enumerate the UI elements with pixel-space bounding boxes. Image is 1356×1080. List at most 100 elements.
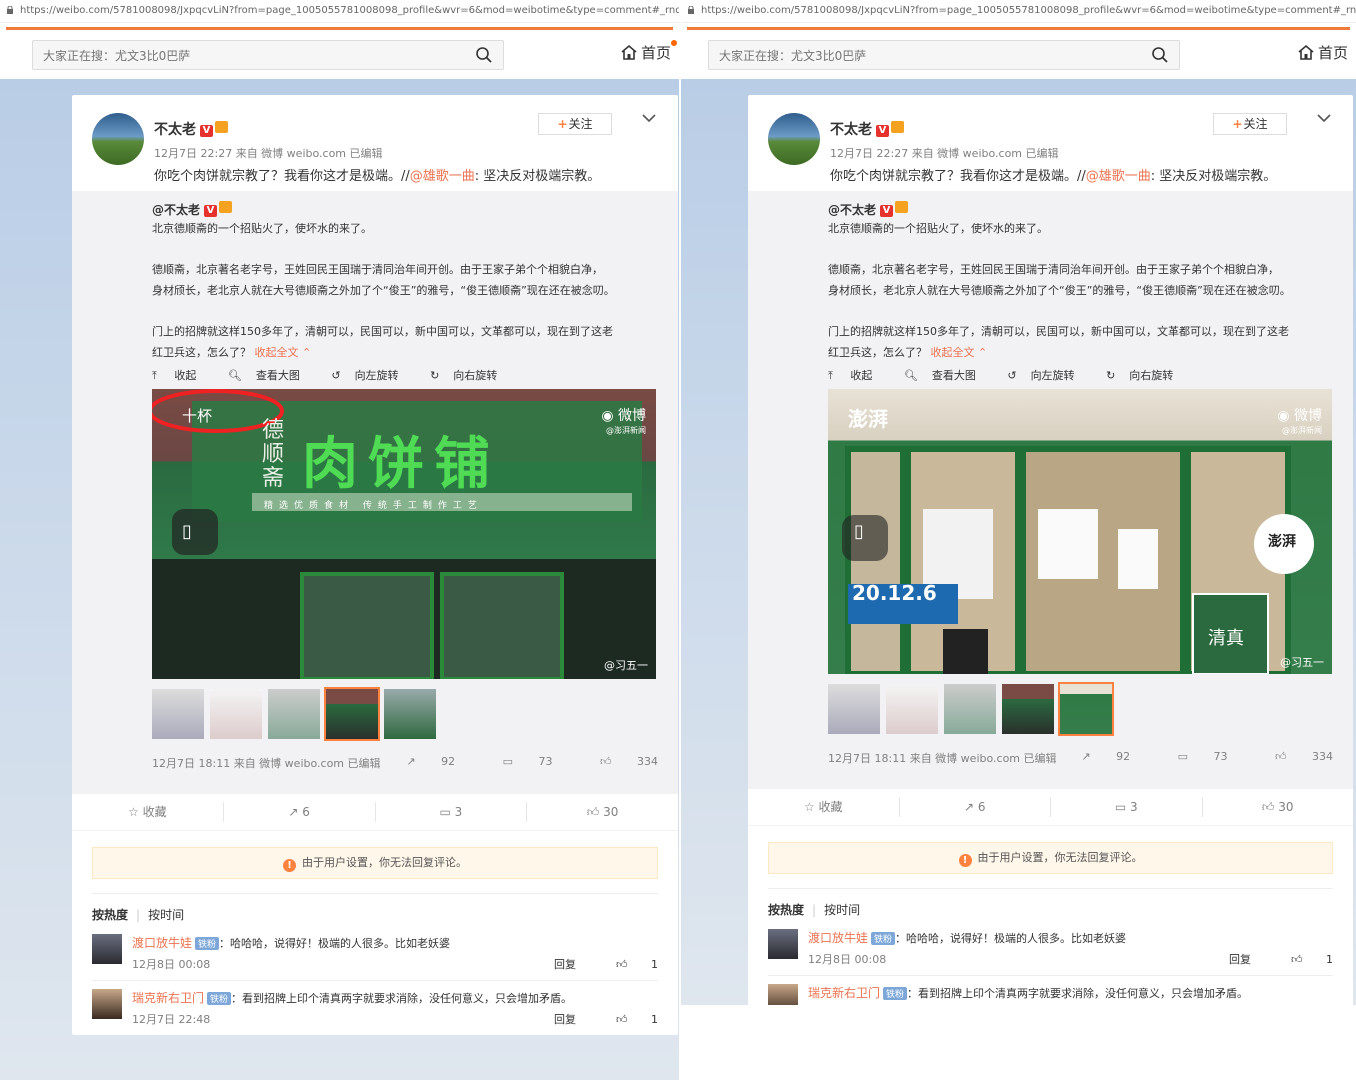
mention-link[interactable]: @雄歌一曲 [1086,169,1151,184]
comment-like-button[interactable]: 👍︎ 1 [596,958,658,971]
thumbnail-selected[interactable] [1058,682,1114,736]
author-name[interactable]: 不太老 V [830,119,904,139]
repost-paragraph: 德顺斋，北京著名老字号，王姓回民王国瑞于清同治年间开创。由于王家子弟个个相貌白净… [828,263,1279,276]
search-icon[interactable] [1151,46,1169,64]
comment-text: ：哈哈哈，说得好！极端的人很多。比如老妖婆 [219,937,451,950]
comment-button[interactable]: ▭ 3 [1051,797,1203,817]
collapse-tool[interactable]: ⤒ 收起 [828,369,886,382]
commenter-avatar[interactable] [92,934,122,964]
thumbnail[interactable] [1002,684,1054,734]
rotate-right-tool[interactable]: ↻ 向右旋转 [1106,369,1187,382]
repost-author[interactable]: @不太老 V [152,201,658,218]
rotate-left-tool[interactable]: ↺ 向左旋转 [1007,369,1088,382]
thumbnail[interactable] [886,684,938,734]
thumbnail[interactable] [210,689,262,739]
view-large-tool[interactable]: 🔍︎ 查看大图 [228,369,314,382]
favorite-button[interactable]: ☆ 收藏 [72,802,224,822]
thumbnail[interactable] [828,684,880,734]
like-button[interactable]: 👍︎ 30 [527,802,678,822]
chevron-down-icon[interactable] [1317,113,1331,123]
comment-like-button[interactable]: 👍︎ 1 [1271,953,1333,966]
sort-by-hot[interactable]: 按热度 [92,908,128,922]
follow-button[interactable]: +关注 [1213,113,1287,135]
repost-stats: ↗ 92 ▭ 73 👍︎ 334 [362,755,658,768]
view-large-tool[interactable]: 🔍︎ 查看大图 [904,369,990,382]
url-text: https://weibo.com/5781008098/JxpqcvLiN?f… [20,5,679,16]
watermark: ◉ 微博 @澎湃新闻 [1277,405,1322,436]
author-name-text[interactable]: 不太老 [830,122,872,138]
commenter-name[interactable]: 瑞克新右卫门 [808,986,880,1000]
thumbs-up-icon: 👍︎ [1261,800,1275,814]
commenter-avatar[interactable] [768,929,798,959]
avatar[interactable] [92,113,144,165]
share-button[interactable]: ↗ 6 [900,797,1051,817]
sort-by-time[interactable]: 按时间 [148,908,184,922]
post-card: 不太老 V 12月7日 22:27 来自 微博 weibo.com 已编辑 你吃个… [748,95,1353,1005]
author-name[interactable]: 不太老 V [154,119,228,139]
reply-button[interactable]: 回复 [554,1013,576,1026]
rotate-left-tool[interactable]: ↺ 向左旋转 [331,369,412,382]
comment-actions: 回复 👍︎ 1 [534,956,658,972]
post-image[interactable]: 肉饼铺 德顺斋 精选优质食材 传统手工制作工艺 十杯 ◉ 微博 @澎湃新闻 ▯ @… [152,389,656,679]
like-button[interactable]: 👍︎ 30 [1203,797,1354,817]
repost-author-text[interactable]: @不太老 [152,203,200,217]
commenter-name[interactable]: 渡口放牛娃 [132,936,192,950]
reply-button[interactable]: 回复 [554,958,576,971]
comment-stat[interactable]: ▭ 73 [481,755,553,768]
share-stat[interactable]: ↗ 92 [1059,750,1130,763]
pengpai-logo: 澎湃 [848,407,888,431]
home-link[interactable]: 首页 [620,40,677,63]
rotate-right-tool[interactable]: ↻ 向右旋转 [430,369,511,382]
favorite-label: 收藏 [142,805,167,819]
collapse-full-text-link[interactable]: 收起全文 ⌃ [255,346,312,359]
search-input[interactable] [709,41,1141,71]
thumbnail[interactable] [944,684,996,734]
avatar[interactable] [768,113,820,165]
top-nav: 首页 [681,30,1356,80]
repost-author-text[interactable]: @不太老 [828,203,876,217]
search-input[interactable] [33,41,465,71]
like-stat[interactable]: 👍︎ 334 [578,755,658,768]
star-icon: ☆ [128,805,139,819]
home-link[interactable]: 首页 [1297,42,1348,63]
thumbnail[interactable] [268,689,320,739]
thumbnail[interactable] [384,689,436,739]
commenter-avatar[interactable] [92,989,122,1019]
sign-strip-text: 精选优质食材 传统手工制作工艺 [264,501,483,511]
commenter-name[interactable]: 渡口放牛娃 [808,931,868,945]
follow-button[interactable]: +关注 [538,113,612,135]
share-button[interactable]: ↗ 6 [224,802,376,822]
share-stat[interactable]: ↗ 92 [384,755,455,768]
like-stat[interactable]: 👍︎ 334 [1253,750,1333,763]
sort-by-time[interactable]: 按时间 [824,903,860,917]
chevron-down-icon[interactable] [642,113,656,123]
address-bar[interactable]: https://weibo.com/5781008098/JxpqcvLiN?f… [0,0,679,23]
repost-paragraph: 北京德顺斋的一个招贴火了，使坏水的来了。 [828,222,1048,235]
commenter-avatar[interactable] [768,984,798,1005]
commenter-name[interactable]: 瑞克新右卫门 [132,991,204,1005]
comment-stat[interactable]: ▭ 73 [1156,750,1228,763]
like-count: 334 [1312,750,1333,763]
post-image[interactable]: 澎湃 ◉ 微博 @澎湃新闻 20.12.6 清真 澎湃 ▯ @习五一 [828,389,1332,674]
home-icon [621,44,637,60]
favorite-button[interactable]: ☆ 收藏 [748,797,900,817]
comment-like-button[interactable]: 👍︎ 1 [596,1013,658,1026]
author-name-text[interactable]: 不太老 [154,122,196,138]
repost-text: 北京德顺斋的一个招贴火了，使坏水的来了。 德顺斋，北京著名老字号，王姓回民王国瑞… [828,218,1333,363]
collapse-full-text-link[interactable]: 收起全文 ⌃ [931,346,988,359]
comment-button[interactable]: ▭ 3 [376,802,528,822]
comment-icon: ▭ [1177,750,1188,763]
sort-by-hot[interactable]: 按热度 [768,903,804,917]
comment-like-count: 1 [651,1013,658,1026]
search-icon[interactable] [475,46,493,64]
address-bar[interactable]: https://weibo.com/5781008098/JxpqcvLiN?f… [681,0,1356,23]
repost-author[interactable]: @不太老 V [828,201,1333,218]
page-background: 不太老 V 12月7日 22:27 来自 微博 weibo.com 已编辑 你吃个… [0,79,679,1080]
thumbnail-selected[interactable] [324,687,380,741]
thumbnail[interactable] [152,689,204,739]
repost-paragraph: 身材颀长，老北京人就在大号德顺斋之外加了个“俊王”的雅号，“俊王德顺斋”现在还在… [152,284,615,297]
reply-button[interactable]: 回复 [1229,953,1251,966]
collapse-tool[interactable]: ⤒ 收起 [152,369,210,382]
mention-link[interactable]: @雄歌一曲 [410,169,475,184]
comment-text: ：看到招牌上印个清真两字就要求消除，没任何意义，只会增加矛盾。 [231,992,573,1005]
